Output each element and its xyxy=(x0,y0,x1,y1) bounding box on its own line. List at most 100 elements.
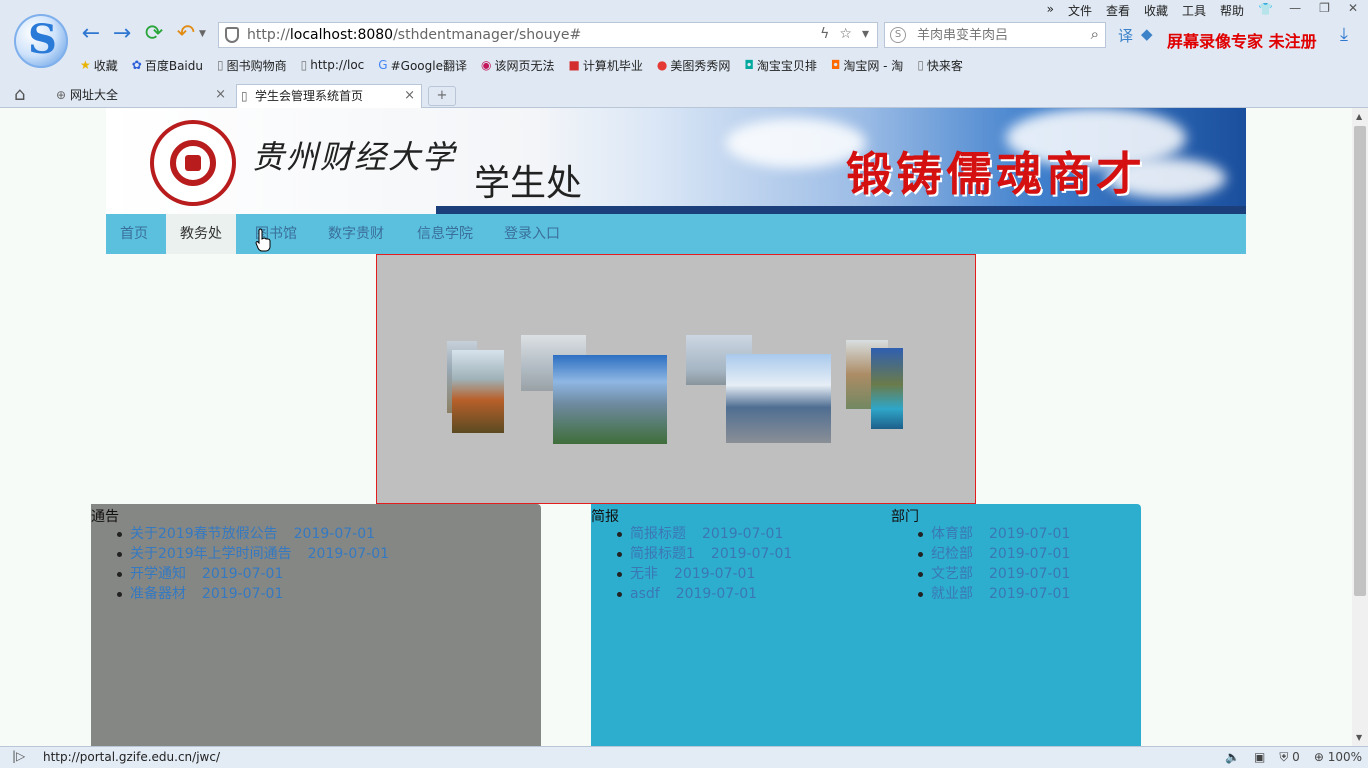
tab-strip: ⌂ ⊕ 网址大全 × ▯ 学生会管理系统首页 × + xyxy=(0,82,1368,108)
list-item[interactable]: asdf 2019-07-01 xyxy=(616,584,792,604)
lightning-icon[interactable]: ϟ xyxy=(820,26,829,42)
page-scrollbar[interactable]: ▲ ▼ xyxy=(1352,108,1368,746)
sidebar-toggle-icon[interactable]: |▷ xyxy=(12,749,25,763)
list-item[interactable]: 准备器材 2019-07-01 xyxy=(116,584,389,604)
download-icon[interactable]: ⤓ xyxy=(1340,24,1348,45)
address-url[interactable]: http://localhost:8080/sthdentmanager/sho… xyxy=(247,27,581,43)
close-icon[interactable]: × xyxy=(215,84,226,106)
carousel-photo[interactable] xyxy=(553,355,667,444)
brief-panel: 简报 简报标题 2019-07-01 简报标题1 2019-07-01 无非 2019… xyxy=(591,504,1141,746)
carousel-photo[interactable] xyxy=(452,350,504,433)
tab-url-directory[interactable]: ⊕ 网址大全 × xyxy=(52,84,232,108)
search-input[interactable] xyxy=(917,26,1077,44)
nav-login[interactable]: 登录入口 xyxy=(490,214,574,254)
forward-button[interactable]: → xyxy=(110,22,134,46)
translate-icon[interactable]: 译 xyxy=(1118,25,1133,46)
address-bar[interactable]: http://localhost:8080/sthdentmanager/sho… xyxy=(218,22,878,48)
nav-home[interactable]: 首页 xyxy=(106,214,162,254)
back-button[interactable]: ← xyxy=(79,22,103,46)
menu-expand-icon[interactable]: » xyxy=(1047,2,1054,19)
chevron-down-icon[interactable]: ▼ xyxy=(199,29,206,39)
chevron-down-icon[interactable]: ▾ xyxy=(862,26,869,42)
nav-library[interactable]: 图书馆 xyxy=(241,214,311,254)
taobao-icon: ◘ xyxy=(830,58,841,72)
banner-slogan: 锻铸儒魂商才 xyxy=(846,147,1146,201)
star-icon[interactable]: ☆ xyxy=(839,26,852,42)
bookmark-item[interactable]: ● 美图秀秀网 xyxy=(657,56,731,74)
tab-label: 网址大全 xyxy=(70,88,119,102)
scroll-down-icon[interactable]: ▼ xyxy=(1356,733,1362,742)
undo-close-button[interactable]: ↶ xyxy=(174,22,198,46)
bookmark-item[interactable]: ◉ 该网页无法 xyxy=(481,56,555,74)
hand-cursor-icon xyxy=(255,228,271,252)
bookmarks-bar: ★ 收藏 ✿ 百度Baidu ▯ 图书购物商 ▯ http://loc G #Google… xyxy=(80,56,963,74)
zoom-control[interactable]: ⊕ 100% xyxy=(1314,750,1362,765)
bookmark-item[interactable]: ✿ 百度Baidu xyxy=(132,56,203,74)
address-tools: ϟ ☆ ▾ xyxy=(820,26,869,42)
nav-digital-gzife[interactable]: 数字贵财 xyxy=(314,214,398,254)
refresh-button[interactable]: ⟳ xyxy=(142,22,166,46)
bookmark-item[interactable]: ■ 计算机毕业 xyxy=(568,56,642,74)
shield-count[interactable]: ⛨ 0 xyxy=(1279,750,1299,765)
menu-view[interactable]: 查看 xyxy=(1106,2,1130,19)
toolbar-extensions: 译 ◆ xyxy=(1118,25,1153,46)
nav-academic-affairs[interactable]: 教务处 xyxy=(166,214,236,254)
nav-info-school[interactable]: 信息学院 xyxy=(403,214,487,254)
list-item[interactable]: 简报标题 2019-07-01 xyxy=(616,524,792,544)
home-icon[interactable]: ⌂ xyxy=(14,84,25,105)
list-item[interactable]: 开学通知 2019-07-01 xyxy=(116,564,389,584)
bookmark-item[interactable]: ◘ 淘宝宝贝排 xyxy=(744,56,817,74)
tab-student-union-home[interactable]: ▯ 学生会管理系统首页 × xyxy=(236,84,422,108)
list-item[interactable]: 关于2019春节放假公告 2019-07-01 xyxy=(116,524,389,544)
page-icon: ▯ xyxy=(217,58,224,72)
search-icon[interactable]: ⌕ xyxy=(1091,25,1099,43)
bookmark-item[interactable]: ▯ 快来客 xyxy=(917,56,963,74)
bookmark-item[interactable]: ★ 收藏 xyxy=(80,56,118,74)
carousel-photo[interactable] xyxy=(871,348,903,429)
screenshot-icon[interactable]: ▣ xyxy=(1254,750,1265,765)
bookmark-item[interactable]: ◘ 淘宝网 - 淘 xyxy=(831,56,903,74)
list-item[interactable]: 无非 2019-07-01 xyxy=(616,564,792,584)
close-icon[interactable]: × xyxy=(404,85,415,107)
meitu-icon: ● xyxy=(656,58,668,72)
list-item[interactable]: 文艺部 2019-07-01 xyxy=(917,564,1070,584)
menu-favorites[interactable]: 收藏 xyxy=(1144,2,1168,19)
search-box: S ⌕ xyxy=(884,22,1106,48)
browser-menubar: » 文件 查看 收藏 工具 帮助 👕 — ❐ ✕ xyxy=(0,0,1368,20)
volume-icon[interactable]: 🔈 xyxy=(1225,750,1240,765)
browser-logo-icon[interactable]: S xyxy=(14,14,68,68)
watermark-text: 屏幕录像专家 未注册 xyxy=(1167,32,1317,51)
list-item[interactable]: 体育部 2019-07-01 xyxy=(917,524,1070,544)
skin-icon[interactable]: 👕 xyxy=(1258,2,1273,19)
bookmark-item[interactable]: ▯ 图书购物商 xyxy=(217,56,287,74)
menu-help[interactable]: 帮助 xyxy=(1220,2,1244,19)
image-carousel[interactable] xyxy=(376,254,976,504)
menu-tools[interactable]: 工具 xyxy=(1182,2,1206,19)
blocked-count: 0 xyxy=(1292,750,1300,764)
bookmark-item[interactable]: ▯ http://loc xyxy=(301,56,365,74)
baidu-icon: ✿ xyxy=(131,58,142,72)
extension-icon[interactable]: ◆ xyxy=(1141,25,1153,46)
search-engine-icon[interactable]: S xyxy=(890,27,906,43)
status-tools: 🔈 ▣ ⛨ 0 ⊕ 100% xyxy=(1225,750,1362,765)
carousel-photo[interactable] xyxy=(726,354,831,443)
emblem-core xyxy=(185,155,201,171)
bookmark-icon: ■ xyxy=(568,58,580,72)
scrollbar-thumb[interactable] xyxy=(1354,126,1366,596)
list-item[interactable]: 关于2019年上学时间通告 2019-07-01 xyxy=(116,544,389,564)
close-icon[interactable]: ✕ xyxy=(1348,1,1358,15)
banner-cloud xyxy=(726,118,866,168)
minimize-icon[interactable]: — xyxy=(1289,1,1301,15)
notice-title: 通告 xyxy=(91,509,119,525)
zoom-level: 100% xyxy=(1327,750,1362,764)
departments-list: 体育部 2019-07-01 纪检部 2019-07-01 文艺部 2019-07-0… xyxy=(917,524,1070,604)
list-item[interactable]: 简报标题1 2019-07-01 xyxy=(616,544,792,564)
star-icon: ★ xyxy=(80,58,91,72)
list-item[interactable]: 纪检部 2019-07-01 xyxy=(917,544,1070,564)
bookmark-item[interactable]: G #Google翻译 xyxy=(378,56,467,74)
new-tab-button[interactable]: + xyxy=(428,86,456,106)
restore-icon[interactable]: ❐ xyxy=(1319,1,1330,15)
list-item[interactable]: 就业部 2019-07-01 xyxy=(917,584,1070,604)
scroll-up-icon[interactable]: ▲ xyxy=(1356,112,1362,121)
menu-file[interactable]: 文件 xyxy=(1068,2,1092,19)
